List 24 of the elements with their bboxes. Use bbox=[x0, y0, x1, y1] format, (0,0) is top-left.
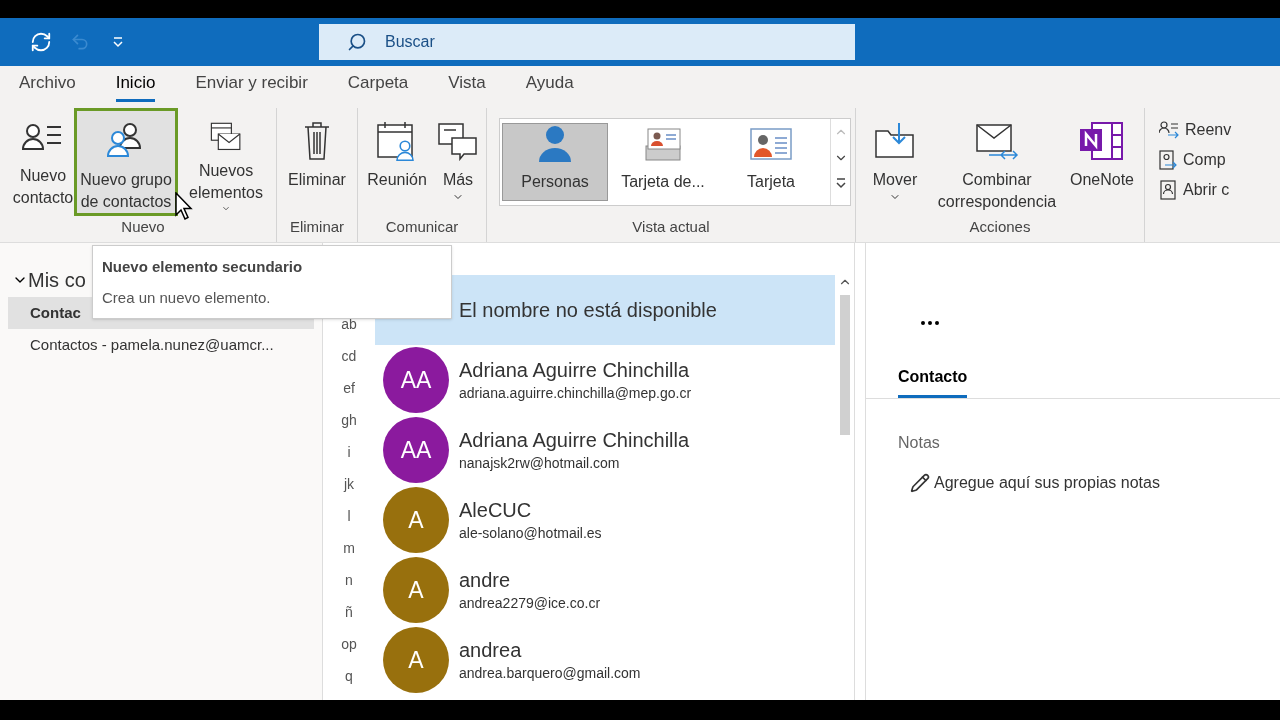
contact-name: El nombre no está disponible bbox=[459, 298, 717, 323]
contact-email: nanajsk2rw@hotmail.com bbox=[459, 453, 621, 473]
contact-name: andre bbox=[459, 567, 512, 593]
tooltip-text: Crea un nuevo elemento. bbox=[102, 287, 272, 308]
contact-name: Adriana Aguirre Chinchilla bbox=[459, 427, 690, 453]
group-label: Eliminar bbox=[288, 217, 346, 237]
group-label: Comunicar bbox=[384, 217, 460, 237]
avatar: A bbox=[383, 627, 449, 693]
avatar: A bbox=[383, 557, 449, 623]
tooltip-title: Nuevo elemento secundario bbox=[102, 257, 304, 277]
avatar: AA bbox=[383, 347, 449, 413]
notes-label: Notas bbox=[898, 433, 941, 453]
group-label: Nuevo bbox=[120, 217, 166, 237]
contact-name: Adriana Aguirre Chinchilla bbox=[459, 357, 691, 383]
contact-email: andrea2279@ice.co.cr bbox=[459, 593, 601, 613]
group-label: Vista actual bbox=[631, 216, 711, 237]
contact-email: ale-solano@hotmail.es bbox=[459, 523, 602, 543]
avatar: A bbox=[383, 487, 449, 553]
contact-name: andrea bbox=[459, 637, 523, 663]
contact-email: adriana.aguirre.chinchilla@mep.go.cr bbox=[459, 383, 692, 403]
avatar: AA bbox=[383, 417, 449, 483]
contact-name: AleCUC bbox=[459, 497, 533, 523]
contact-email: andrea.barquero@gmail.com bbox=[459, 663, 641, 683]
group-label: Acciones bbox=[968, 217, 1032, 237]
